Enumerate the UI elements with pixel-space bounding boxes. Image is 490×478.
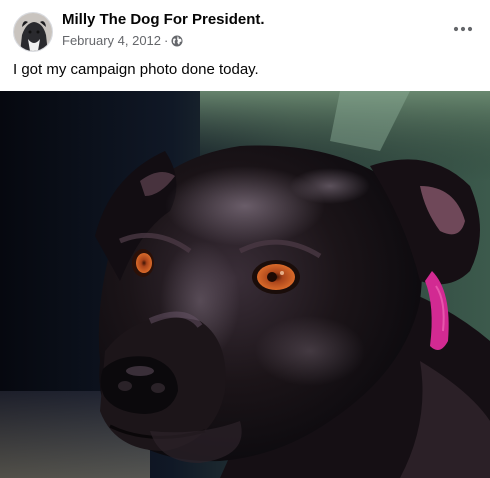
more-options-icon — [453, 26, 473, 32]
globe-icon[interactable] — [171, 35, 183, 47]
post-caption: I got my campaign photo done today. — [13, 61, 259, 78]
post-date[interactable]: February 4, 2012 — [62, 33, 161, 48]
author-avatar[interactable] — [13, 12, 53, 52]
author-name[interactable]: Milly The Dog For President. — [62, 11, 265, 28]
feed-post: Milly The Dog For President. February 4,… — [0, 0, 490, 478]
meta-separator: · — [164, 33, 169, 48]
more-options-button[interactable] — [446, 12, 480, 46]
post-meta: February 4, 2012 · — [62, 33, 183, 48]
dog-photo-image — [0, 91, 490, 478]
post-photo[interactable] — [0, 91, 490, 478]
avatar-dog-icon — [14, 13, 52, 51]
